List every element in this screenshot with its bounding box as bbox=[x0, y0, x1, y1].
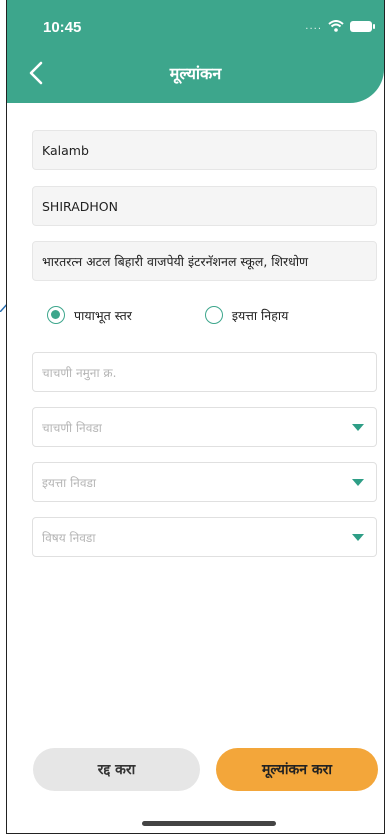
cancel-button[interactable]: रद्द करा bbox=[33, 748, 200, 791]
radio-foundational-level[interactable] bbox=[47, 306, 65, 324]
subject-select-label: विषय निवडा bbox=[42, 530, 96, 545]
wifi-icon bbox=[328, 20, 344, 32]
test-sample-placeholder: चाचणी नमुना क्र. bbox=[42, 365, 117, 380]
level-radio-group: पायाभूत स्तर इयत्ता निहाय bbox=[47, 306, 288, 324]
test-sample-input[interactable]: चाचणी नमुना क्र. bbox=[32, 352, 377, 392]
status-time: 10:45 bbox=[43, 19, 82, 36]
dropdown-caret-icon bbox=[352, 424, 364, 431]
district-field: Kalamb bbox=[32, 130, 377, 170]
village-field: SHIRADHON bbox=[32, 186, 377, 226]
school-value: भारतरत्न अटल बिहारी वाजपेयी इंटरनॅशनल स्… bbox=[42, 253, 309, 269]
radio-foundational-label: पायाभूत स्तर bbox=[74, 307, 132, 323]
app-screen: 10:45 .... मूल्यांकन Kalamb SHIRADHON भा… bbox=[6, 0, 385, 834]
district-value: Kalamb bbox=[42, 142, 89, 158]
dropdown-caret-icon bbox=[352, 479, 364, 486]
radio-grade-wise[interactable] bbox=[204, 306, 223, 324]
village-value: SHIRADHON bbox=[42, 198, 118, 214]
grade-select-label: इयत्ता निवडा bbox=[42, 475, 97, 490]
test-select-dropdown[interactable]: चाचणी निवडा bbox=[32, 407, 377, 447]
test-select-label: चाचणी निवडा bbox=[42, 420, 102, 435]
app-header: 10:45 .... मूल्यांकन bbox=[7, 0, 384, 103]
radio-grade-wise-label: इयत्ता निहाय bbox=[231, 307, 289, 323]
grade-select-dropdown[interactable]: इयत्ता निवडा bbox=[32, 462, 377, 502]
subject-select-dropdown[interactable]: विषय निवडा bbox=[32, 517, 377, 557]
dropdown-caret-icon bbox=[352, 534, 364, 541]
status-icons: .... bbox=[305, 20, 375, 32]
assess-button[interactable]: मूल्यांकन करा bbox=[216, 748, 378, 791]
signal-dots-icon: .... bbox=[305, 20, 322, 32]
home-indicator bbox=[142, 821, 276, 826]
page-title: मूल्यांकन bbox=[169, 64, 222, 83]
school-field: भारतरत्न अटल बिहारी वाजपेयी इंटरनॅशनल स्… bbox=[32, 241, 377, 281]
battery-icon bbox=[350, 20, 375, 32]
